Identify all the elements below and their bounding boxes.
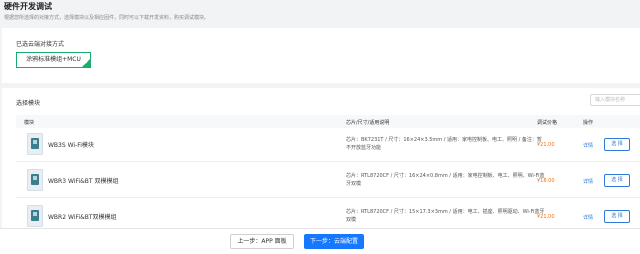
page-description: 根据您所选择的对接方式，选择模块以及相应固件，同时可以下载开发资料，购买调试模块… (4, 15, 210, 21)
module-section-label: 选择模块 (16, 100, 41, 107)
module-select-button[interactable]: 选 择 (604, 174, 630, 187)
access-method-value: 涂鸦标准模组+MCU (26, 56, 81, 63)
module-detail-link[interactable]: 详情 (583, 214, 593, 221)
module-row-wb3s: WB3S Wi-Fi模块 芯片：BK7231T / 尺寸：16×24×3.5mm… (16, 128, 640, 162)
column-header-spec: 芯片/尺寸/适用说明 (346, 120, 390, 126)
module-name: WBR2 WiFi&BT双模模组 (48, 214, 117, 221)
module-board-icon (27, 205, 43, 227)
access-method-card: 已选云端对接方式 涂鸦标准模组+MCU ✓ (2, 28, 640, 83)
module-search-input[interactable]: 输入模块名称 (590, 94, 640, 106)
module-name: WBR3 WiFi&BT 双模模组 (48, 178, 119, 185)
module-board-icon (27, 169, 43, 191)
module-select-button[interactable]: 选 择 (604, 210, 630, 223)
module-board-icon (27, 133, 43, 155)
module-row-wbr3: WBR3 WiFi&BT 双模模组 芯片：RTL8720CF / 尺寸：16×2… (16, 164, 640, 198)
module-select-button[interactable]: 选 择 (604, 138, 630, 151)
module-table-header: 模块 芯片/尺寸/适用说明 调试价格 操作 (16, 115, 640, 128)
column-header-actions: 操作 (583, 120, 594, 126)
module-detail-link[interactable]: 详情 (583, 142, 593, 149)
module-price: ¥18.00 (537, 178, 555, 184)
page-title: 硬件开发调试 (4, 2, 52, 11)
column-header-price: 调试价格 (537, 120, 558, 126)
check-icon: ✓ (84, 60, 89, 66)
module-name: WB3S Wi-Fi模块 (48, 142, 94, 149)
access-method-label: 已选云端对接方式 (16, 41, 65, 48)
module-price: ¥21.00 (537, 142, 555, 148)
previous-step-button[interactable]: 上一步：APP 面板 (230, 234, 294, 249)
module-spec: 芯片：BK7231T / 尺寸：16×24×3.5mm / 适用：家电控制板、电… (346, 137, 542, 151)
column-header-module: 模块 (24, 120, 35, 126)
footer-bar: 上一步：APP 面板 下一步：云端配置 (0, 228, 640, 254)
module-detail-link[interactable]: 详情 (583, 178, 593, 185)
selected-access-method[interactable]: 涂鸦标准模组+MCU ✓ (16, 52, 91, 68)
next-step-button[interactable]: 下一步：云端配置 (304, 234, 364, 249)
module-spec: 芯片：RTL8720CF / 尺寸：15×17.3×3mm / 适用：电工、插座… (346, 209, 545, 223)
module-spec: 芯片：RTL8720CF / 尺寸：16×24×0.8mm / 适用：家电控制板… (346, 173, 545, 187)
module-price: ¥21.00 (537, 214, 555, 220)
